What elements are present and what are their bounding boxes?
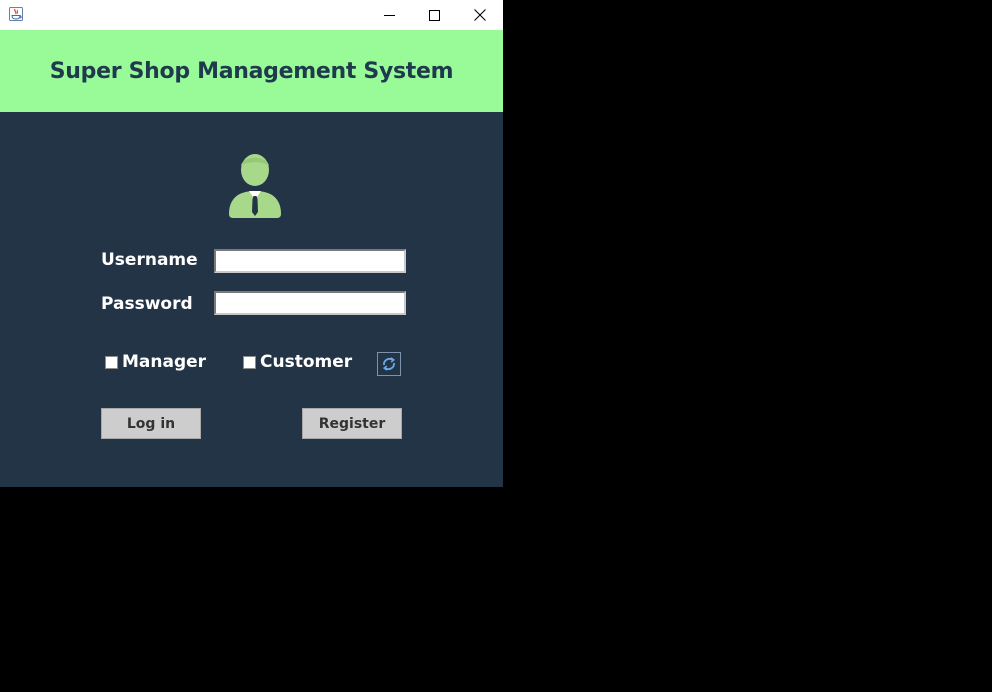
- title-bar: [0, 0, 503, 30]
- close-button[interactable]: [457, 0, 503, 30]
- maximize-icon: [428, 9, 440, 21]
- manager-checkbox[interactable]: [105, 355, 118, 369]
- user-avatar-icon: [225, 152, 285, 220]
- manager-label: Manager: [122, 352, 207, 372]
- manager-option[interactable]: Manager: [105, 352, 206, 372]
- minimize-icon: [383, 14, 395, 16]
- password-label: Password: [101, 294, 193, 314]
- close-icon: [474, 9, 486, 21]
- maximize-button[interactable]: [411, 0, 457, 30]
- login-window: Super Shop Management System Username Pa…: [0, 0, 503, 487]
- java-app-icon: [8, 6, 24, 22]
- customer-label: Customer: [260, 352, 353, 372]
- register-button[interactable]: Register: [302, 408, 402, 439]
- refresh-button[interactable]: [377, 352, 401, 376]
- customer-checkbox[interactable]: [243, 355, 256, 369]
- username-label: Username: [101, 250, 198, 270]
- header-banner: Super Shop Management System: [0, 30, 503, 112]
- minimize-button[interactable]: [366, 0, 412, 30]
- refresh-icon: [382, 357, 396, 371]
- login-button[interactable]: Log in: [101, 408, 201, 439]
- page-title: Super Shop Management System: [49, 58, 454, 84]
- password-input[interactable]: [214, 291, 406, 315]
- customer-option[interactable]: Customer: [243, 352, 352, 372]
- username-input[interactable]: [214, 249, 406, 273]
